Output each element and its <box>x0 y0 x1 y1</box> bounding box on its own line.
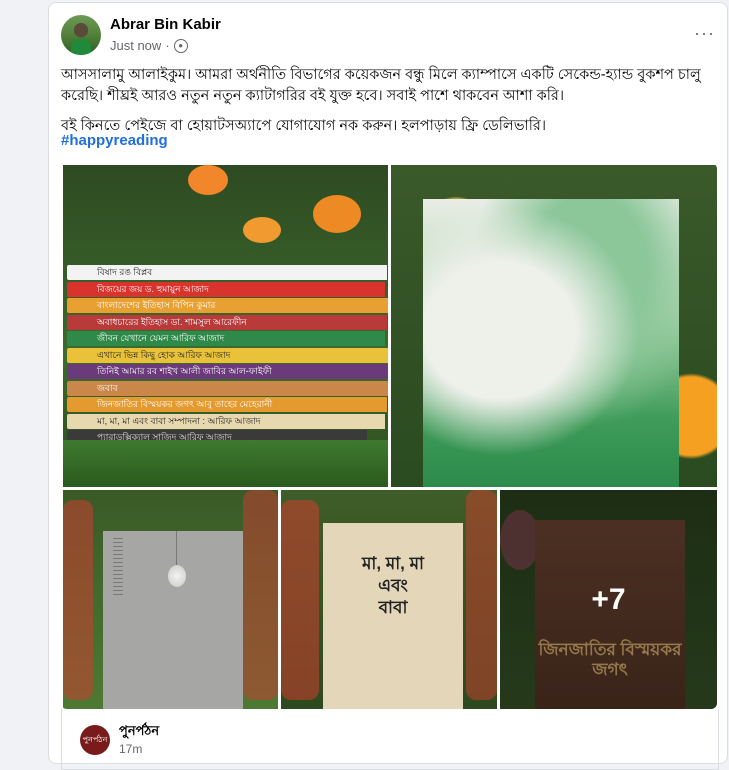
photo-green-book[interactable] <box>391 165 717 487</box>
light-bulb-icon <box>168 565 186 587</box>
hashtag-link[interactable]: #happyreading <box>61 132 168 149</box>
author-avatar[interactable] <box>61 15 101 55</box>
bulb-wire <box>176 531 177 566</box>
book-spine: এখানে ভিন্ন কিছু হোক আরিফ আজাদ <box>67 347 388 363</box>
book-spine: বিজয়ের জয় ড. হুমায়ুন আজাদ <box>67 281 385 297</box>
photo-book-stack[interactable]: বিষাদ রঙ বিপ্লব বিজয়ের জয় ড. হুমায়ুন আ… <box>63 165 388 487</box>
cover-lines <box>113 538 123 596</box>
shared-page-time: 17m <box>119 742 143 756</box>
post-card: Abrar Bin Kabir Just now · ● ··· আসসালাম… <box>48 2 728 770</box>
cream-book-cover: মা, মা, মা এবং বাবা <box>323 523 463 709</box>
book-spine: বিষাদ রঙ বিপ্লব <box>67 265 387 280</box>
book-spine: তিনিই আমার রব শাইখ আলী জাবির আল-ফাইফী <box>67 364 387 379</box>
gray-book-cover <box>103 531 243 709</box>
post-paragraph-1: আসসালামু আলাইকুম। আমরা অর্থনীতি বিভাগের … <box>61 67 701 104</box>
author-name[interactable]: Abrar Bin Kabir <box>110 16 221 33</box>
separator: · <box>165 38 170 53</box>
book-spine: বাংলাদেশের ইতিহাস বিপিন কুমার <box>67 298 388 313</box>
photo-gray-book[interactable] <box>63 490 278 709</box>
public-globe-icon: ● <box>173 38 188 53</box>
green-book-cover <box>423 199 679 487</box>
post-meta: Just now · ● <box>110 38 188 53</box>
shared-page-name[interactable]: পুনর্পঠন <box>119 722 159 743</box>
cream-book-title: মা, মা, মা এবং বাবা <box>361 554 424 617</box>
book-spine: জিনজাতির বিস্ময়কর জগৎ আবু তাহের মেহেরান… <box>67 397 387 412</box>
book-spine: মা, মা, মা এবং বাবা সম্পাদনা : আরিফ আজাদ <box>67 413 385 429</box>
more-options-icon[interactable]: ··· <box>694 23 715 44</box>
page-logo[interactable]: পুনর্পঠন <box>80 725 110 755</box>
photo-cream-book[interactable]: মা, মা, মা এবং বাবা <box>281 490 497 709</box>
photo-grid: বিষাদ রঙ বিপ্লব বিজয়ের জয় ড. হুমায়ুন আ… <box>61 163 717 709</box>
more-photos-overlay[interactable]: +7 <box>500 490 717 709</box>
book-spine: জীবন যেখানে যেমন আরিফ আজাদ <box>67 331 385 346</box>
photo-brown-book[interactable]: জিনজাতির বিস্ময়কর জগৎ +7 <box>500 490 717 709</box>
book-spine: অবাধচারের ইতিহাস ডা. শামসুল আরেফীন <box>67 314 387 330</box>
shared-page-preview[interactable]: পুনর্পঠন পুনর্পঠন 17m <box>61 709 719 770</box>
book-spine: জবাব <box>67 380 388 396</box>
post-time[interactable]: Just now <box>110 38 161 53</box>
